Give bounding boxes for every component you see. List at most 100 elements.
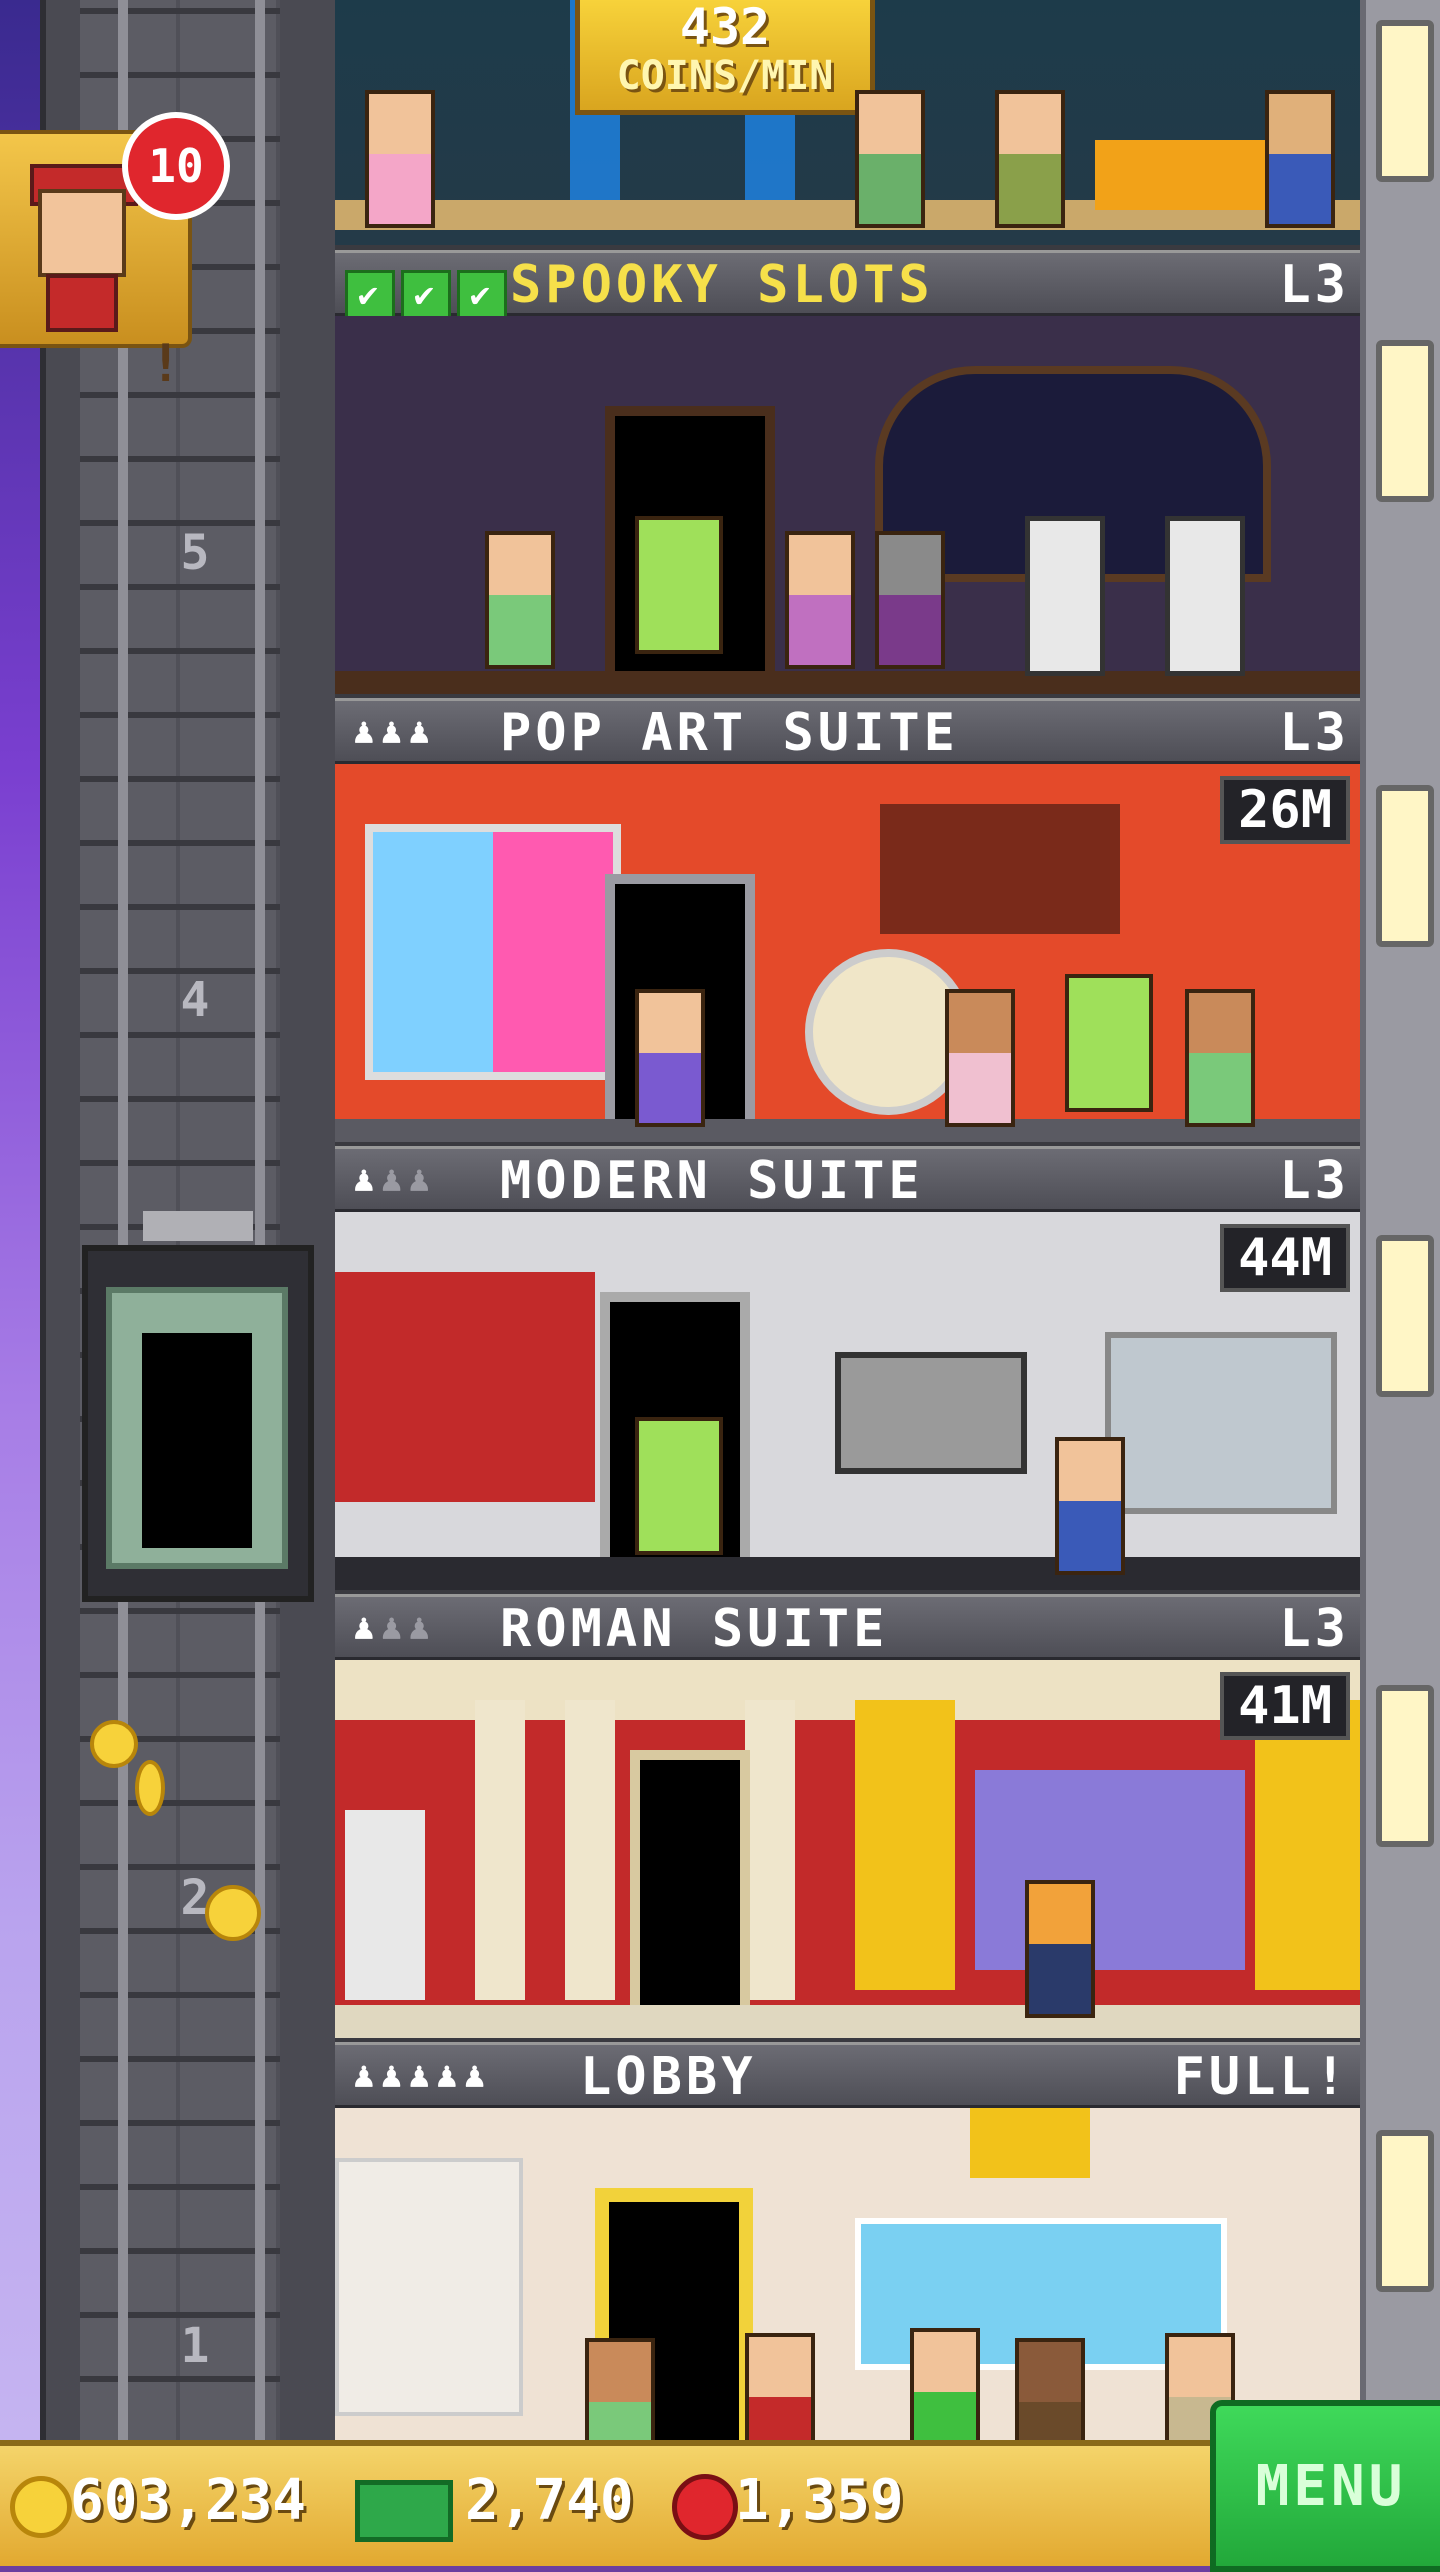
roman-column <box>475 1700 525 2000</box>
guest-character[interactable] <box>995 90 1065 228</box>
resident-icons: ♟♟♟ <box>353 1159 437 1200</box>
notification-badge[interactable]: 10 <box>122 112 230 220</box>
resident-icons: ♟♟♟ <box>353 1607 437 1648</box>
room-timer-tag: 41M <box>1220 1672 1350 1740</box>
elevator-floor-number-5: 5 <box>180 525 210 581</box>
alert-icon: ! <box>150 334 182 394</box>
guest-character[interactable] <box>1185 989 1255 1127</box>
display-shelf <box>880 804 1120 934</box>
guest-character[interactable] <box>1025 1880 1095 2018</box>
room-casino-top[interactable]: 432 COINS/MIN <box>335 0 1360 245</box>
room-door <box>630 1750 750 2020</box>
menu-button[interactable]: MENU <box>1210 2400 1440 2572</box>
red-wall-panel <box>335 1272 595 1502</box>
dino-costume-character[interactable] <box>1065 974 1153 1112</box>
floor-name: ROMAN SUITE <box>500 1599 889 1659</box>
bux-count: 2,740 <box>465 2468 634 2533</box>
tower-window <box>1376 2130 1434 2292</box>
falling-coin-icon[interactable] <box>205 1885 261 1941</box>
floor-header-pop-art-suite[interactable]: ♟♟♟ POP ART SUITE L3 <box>335 698 1360 764</box>
floor-level: L3 <box>1279 255 1350 315</box>
elevator-car-top <box>143 1211 253 1241</box>
guest-character[interactable] <box>785 531 855 669</box>
guest-character[interactable] <box>1015 2338 1085 2440</box>
resident-icons: ♟♟♟♟♟ <box>353 2055 492 2096</box>
elevator-car[interactable] <box>82 1211 314 1602</box>
floor-level: L3 <box>1279 1599 1350 1659</box>
falling-coin-icon[interactable] <box>135 1760 165 1816</box>
check-icon: ✔ <box>401 270 451 320</box>
dino-costume-character[interactable] <box>635 1417 723 1555</box>
tower-window <box>1376 1235 1434 1397</box>
floor-level: L3 <box>1279 703 1350 763</box>
roman-column <box>745 1700 795 2000</box>
elevator-car-interior <box>106 1287 288 1569</box>
floor-name: MODERN SUITE <box>500 1151 924 1211</box>
floor-header-spooky-slots[interactable]: ✔ ✔ ✔ SPOOKY SLOTS L3 <box>335 250 1360 320</box>
gold-curtain <box>1255 1700 1360 1990</box>
guest-character[interactable] <box>365 90 435 228</box>
elevator-door <box>142 1333 252 1548</box>
floor-name: LOBBY <box>580 2047 757 2107</box>
income-value: 432 <box>679 0 771 56</box>
elevator-floor-number-4: 4 <box>180 972 210 1028</box>
coins-count: 603,234 <box>70 2468 307 2533</box>
floor-header-modern-suite[interactable]: ♟♟♟ MODERN SUITE L3 <box>335 1146 1360 1212</box>
check-icon: ✔ <box>457 270 507 320</box>
room-floor <box>335 1557 1360 1590</box>
dino-costume-character[interactable] <box>635 516 723 654</box>
guest-character[interactable] <box>1055 1437 1125 1575</box>
bux-icon[interactable] <box>355 2480 453 2542</box>
floor-name: POP ART SUITE <box>500 703 959 763</box>
slot-machine[interactable] <box>1025 516 1105 676</box>
room-timer-tag: 44M <box>1220 1224 1350 1292</box>
gem-icon[interactable] <box>672 2474 738 2540</box>
resident-icons: ♟♟♟ <box>353 711 437 752</box>
income-sign[interactable]: 432 COINS/MIN <box>575 0 875 115</box>
static-tv <box>835 1352 1027 1474</box>
pop-art-painting <box>365 824 621 1080</box>
shelf-unit <box>1105 1332 1337 1514</box>
chandelier <box>970 2108 1090 2178</box>
room-lobby[interactable] <box>335 2108 1360 2440</box>
gems-count: 1,359 <box>735 2468 904 2533</box>
gold-pile <box>1095 140 1275 210</box>
room-roman-suite[interactable]: 41M <box>335 1660 1360 2038</box>
floor-checks: ✔ ✔ ✔ <box>345 259 513 320</box>
income-unit: COINS/MIN <box>616 53 834 99</box>
lobby-status: FULL! <box>1173 2047 1350 2107</box>
guest-character[interactable] <box>945 989 1015 1127</box>
zombie-character[interactable] <box>875 531 945 669</box>
room-modern-suite[interactable]: 44M <box>335 1212 1360 1590</box>
room-floor <box>335 2005 1360 2038</box>
marble-statue <box>345 1810 425 2000</box>
floor-level: L3 <box>1279 1151 1350 1211</box>
tower-window <box>1376 340 1434 502</box>
gold-curtain <box>855 1700 955 1990</box>
coin-icon <box>10 2476 72 2538</box>
check-icon: ✔ <box>345 270 395 320</box>
room-pop-art-suite[interactable]: 26M <box>335 764 1360 1142</box>
bellhop-body-icon <box>46 274 118 332</box>
elevator-floor-number-1: 1 <box>180 2318 210 2374</box>
wizard-character[interactable] <box>1265 90 1335 228</box>
floor-name: SPOOKY SLOTS <box>510 255 934 315</box>
purple-window <box>975 1770 1245 1970</box>
tower-window <box>1376 785 1434 947</box>
elevator-rail-right <box>255 0 265 2440</box>
guest-character[interactable] <box>910 2328 980 2440</box>
bellhop-face-icon <box>38 189 126 277</box>
guest-character[interactable] <box>855 90 925 228</box>
floor-header-lobby[interactable]: ♟♟♟♟♟ LOBBY FULL! <box>335 2042 1360 2108</box>
room-spooky-slots[interactable] <box>335 316 1360 694</box>
guest-character[interactable] <box>585 2338 655 2440</box>
slot-machine[interactable] <box>1165 516 1245 676</box>
tower-window <box>1376 20 1434 182</box>
guest-character[interactable] <box>635 989 705 1127</box>
falling-coin-icon[interactable] <box>90 1720 138 1768</box>
floor-header-roman-suite[interactable]: ♟♟♟ ROMAN SUITE L3 <box>335 1594 1360 1660</box>
bellhop-character[interactable] <box>745 2333 815 2440</box>
lobby-fridge <box>335 2158 523 2416</box>
roman-column <box>565 1700 615 2000</box>
guest-character[interactable] <box>485 531 555 669</box>
